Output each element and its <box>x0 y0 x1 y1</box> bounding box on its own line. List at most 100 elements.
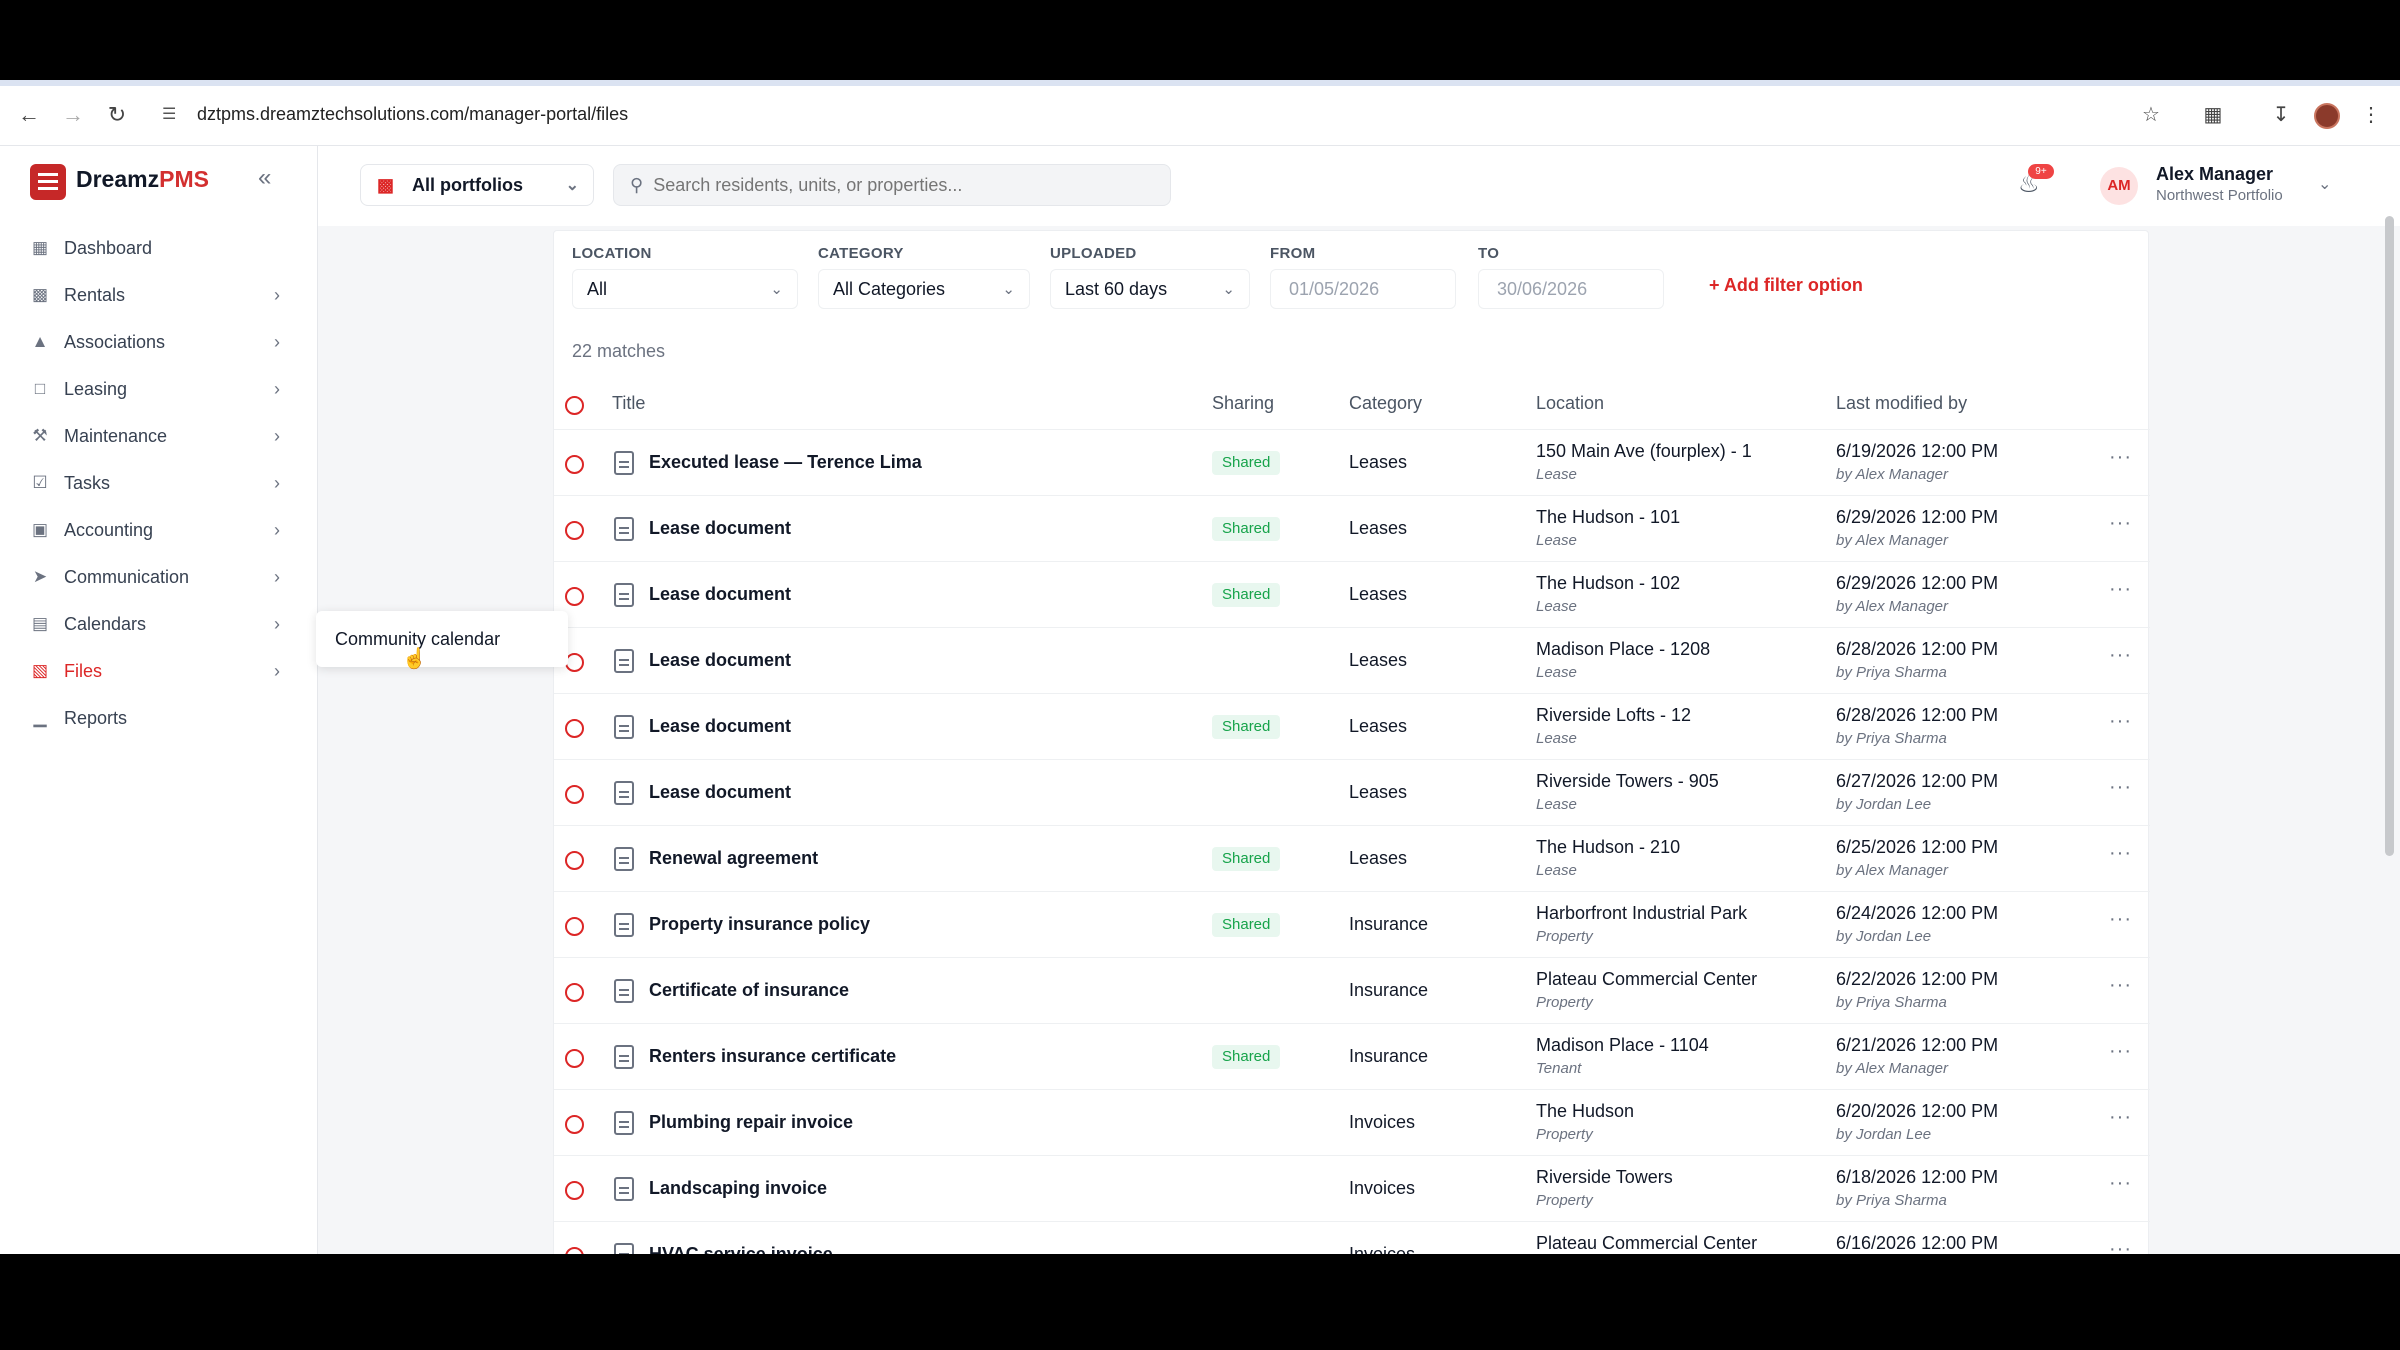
row-select-radio[interactable] <box>565 1049 584 1068</box>
column-header-sharing[interactable]: Sharing <box>1212 393 1274 414</box>
logo[interactable]: DreamzPMS <box>76 166 209 193</box>
select-all-radio[interactable] <box>565 396 584 415</box>
table-row[interactable]: Lease document Shared Leases The Hudson - 1… <box>554 561 2150 627</box>
table-row[interactable]: Certificate of insurance Insurance Plateau… <box>554 957 2150 1023</box>
table-row[interactable]: Plumbing repair invoice Invoices The Hudso… <box>554 1089 2150 1155</box>
forward-icon[interactable]: → <box>58 100 88 130</box>
location-filter-select[interactable]: All ⌄ <box>572 269 798 309</box>
file-title[interactable]: Lease document <box>649 782 791 803</box>
row-select-radio[interactable] <box>565 587 584 606</box>
to-date-field[interactable]: 30/06/2026 <box>1478 269 1664 309</box>
file-title[interactable]: Lease document <box>649 650 791 671</box>
download-icon[interactable]: ↧ <box>2266 100 2296 130</box>
table-row[interactable]: Lease document Leases Riverside Towers - 9… <box>554 759 2150 825</box>
more-actions-icon[interactable]: ··· <box>2109 776 2132 799</box>
from-date-field[interactable]: 01/05/2026 <box>1270 269 1456 309</box>
file-title[interactable]: Lease document <box>649 716 791 737</box>
file-title[interactable]: Certificate of insurance <box>649 980 849 1001</box>
table-row[interactable]: Landscaping invoice Invoices Riverside Tow… <box>554 1155 2150 1221</box>
more-actions-icon[interactable]: ··· <box>2109 908 2132 931</box>
category-filter-label: CATEGORY <box>818 245 904 262</box>
table-row[interactable]: Executed lease — Terence Lima Shared Lease… <box>554 429 2150 495</box>
row-select-radio[interactable] <box>565 1115 584 1134</box>
more-actions-icon[interactable]: ··· <box>2109 446 2132 469</box>
sidebar-item-calendars[interactable]: ▤ Calendars › <box>30 604 290 644</box>
add-filter-button[interactable]: + Add filter option <box>1709 275 1863 296</box>
more-actions-icon[interactable]: ··· <box>2109 578 2132 601</box>
user-name[interactable]: Alex Manager <box>2156 164 2273 185</box>
file-title[interactable]: Lease document <box>649 518 791 539</box>
file-title[interactable]: HVAC service invoice <box>649 1244 833 1254</box>
table-row[interactable]: Lease document Shared Leases The Hudson - 1… <box>554 495 2150 561</box>
row-select-radio[interactable] <box>565 983 584 1002</box>
chevron-down-icon[interactable]: ⌄ <box>2318 174 2331 194</box>
file-title[interactable]: Property insurance policy <box>649 914 870 935</box>
reload-icon[interactable]: ↻ <box>102 100 132 130</box>
row-select-radio[interactable] <box>565 521 584 540</box>
file-title[interactable]: Executed lease — Terence Lima <box>649 452 922 473</box>
more-actions-icon[interactable]: ··· <box>2109 1172 2132 1195</box>
bookmark-star-icon[interactable]: ☆ <box>2136 100 2166 130</box>
sidebar-item-tasks[interactable]: ☑ Tasks › <box>30 463 290 503</box>
table-row[interactable]: HVAC service invoice Invoices Plateau Comm… <box>554 1221 2150 1254</box>
back-icon[interactable]: ← <box>14 100 44 130</box>
more-actions-icon[interactable]: ··· <box>2109 644 2132 667</box>
row-select-radio[interactable] <box>565 719 584 738</box>
collapse-sidebar-icon[interactable]: « <box>258 164 271 192</box>
document-icon <box>614 583 634 607</box>
column-header-title[interactable]: Title <box>612 393 645 414</box>
sidebar-item-accounting[interactable]: ▣ Accounting › <box>30 510 290 550</box>
document-icon <box>614 451 634 475</box>
logo-text-primary: Dreamz <box>76 166 160 192</box>
row-select-radio[interactable] <box>565 1181 584 1200</box>
column-header-category[interactable]: Category <box>1349 393 1422 414</box>
table-row[interactable]: Renters insurance certificate Shared Insur… <box>554 1023 2150 1089</box>
row-select-radio[interactable] <box>565 785 584 804</box>
row-select-radio[interactable] <box>565 1247 584 1254</box>
file-title[interactable]: Plumbing repair invoice <box>649 1112 853 1133</box>
more-actions-icon[interactable]: ··· <box>2109 512 2132 535</box>
page-scrollbar[interactable] <box>2385 216 2394 856</box>
sidebar-item-dashboard[interactable]: ▦ Dashboard <box>30 228 290 268</box>
table-row[interactable]: Lease document Leases Madison Place - 1208… <box>554 627 2150 693</box>
address-bar[interactable]: dztpms.dreamztechsolutions.com/manager-p… <box>197 97 628 131</box>
file-title[interactable]: Landscaping invoice <box>649 1178 827 1199</box>
search-bar[interactable]: ⚲ <box>613 164 1171 206</box>
row-select-radio[interactable] <box>565 851 584 870</box>
more-actions-icon[interactable]: ··· <box>2109 1106 2132 1129</box>
sidebar-item-reports[interactable]: ▁ Reports <box>30 698 290 738</box>
sidebar-item-associations[interactable]: ▲ Associations › <box>30 322 290 362</box>
search-input[interactable] <box>653 174 1134 196</box>
more-actions-icon[interactable]: ··· <box>2109 1040 2132 1063</box>
portfolio-selector[interactable]: ▩ All portfolios ⌄ <box>360 164 594 206</box>
more-actions-icon[interactable]: ··· <box>2109 974 2132 997</box>
sidebar-item-maintenance[interactable]: ⚒ Maintenance › <box>30 416 290 456</box>
file-title[interactable]: Renters insurance certificate <box>649 1046 896 1067</box>
sidebar-item-leasing[interactable]: □ Leasing › <box>30 369 290 409</box>
browser-profile-avatar[interactable] <box>2314 103 2340 129</box>
sidebar-item-rentals[interactable]: ▩ Rentals › <box>30 275 290 315</box>
table-row[interactable]: Lease document Shared Leases Riverside Loft… <box>554 693 2150 759</box>
file-title[interactable]: Lease document <box>649 584 791 605</box>
avatar[interactable]: AM <box>2100 167 2138 205</box>
file-title[interactable]: Renewal agreement <box>649 848 818 869</box>
browser-menu-icon[interactable]: ⋮ <box>2356 100 2386 130</box>
column-header-location[interactable]: Location <box>1536 393 1604 414</box>
sidebar-item-files[interactable]: ▧ Files › <box>30 651 290 691</box>
extensions-icon[interactable]: ▦ <box>2198 100 2228 130</box>
table-row[interactable]: Renewal agreement Shared Leases The Hudson … <box>554 825 2150 891</box>
more-actions-icon[interactable]: ··· <box>2109 842 2132 865</box>
table-row[interactable]: Property insurance policy Shared Insurance… <box>554 891 2150 957</box>
document-icon <box>614 715 634 739</box>
sidebar-item-communication[interactable]: ➤ Communication › <box>30 557 290 597</box>
uploaded-filter-select[interactable]: Last 60 days ⌄ <box>1050 269 1250 309</box>
category-filter-select[interactable]: All Categories ⌄ <box>818 269 1030 309</box>
column-header-last-modified[interactable]: Last modified by <box>1836 393 1967 414</box>
more-actions-icon[interactable]: ··· <box>2109 710 2132 733</box>
folder-icon: ▧ <box>31 661 49 680</box>
more-actions-icon[interactable]: ··· <box>2109 1238 2132 1254</box>
app-root: DreamzPMS « ▦ Dashboard ▩ Rentals › ▲ As… <box>0 146 2400 1254</box>
row-select-radio[interactable] <box>565 455 584 474</box>
site-settings-icon[interactable]: ☰ <box>162 104 182 124</box>
row-select-radio[interactable] <box>565 917 584 936</box>
